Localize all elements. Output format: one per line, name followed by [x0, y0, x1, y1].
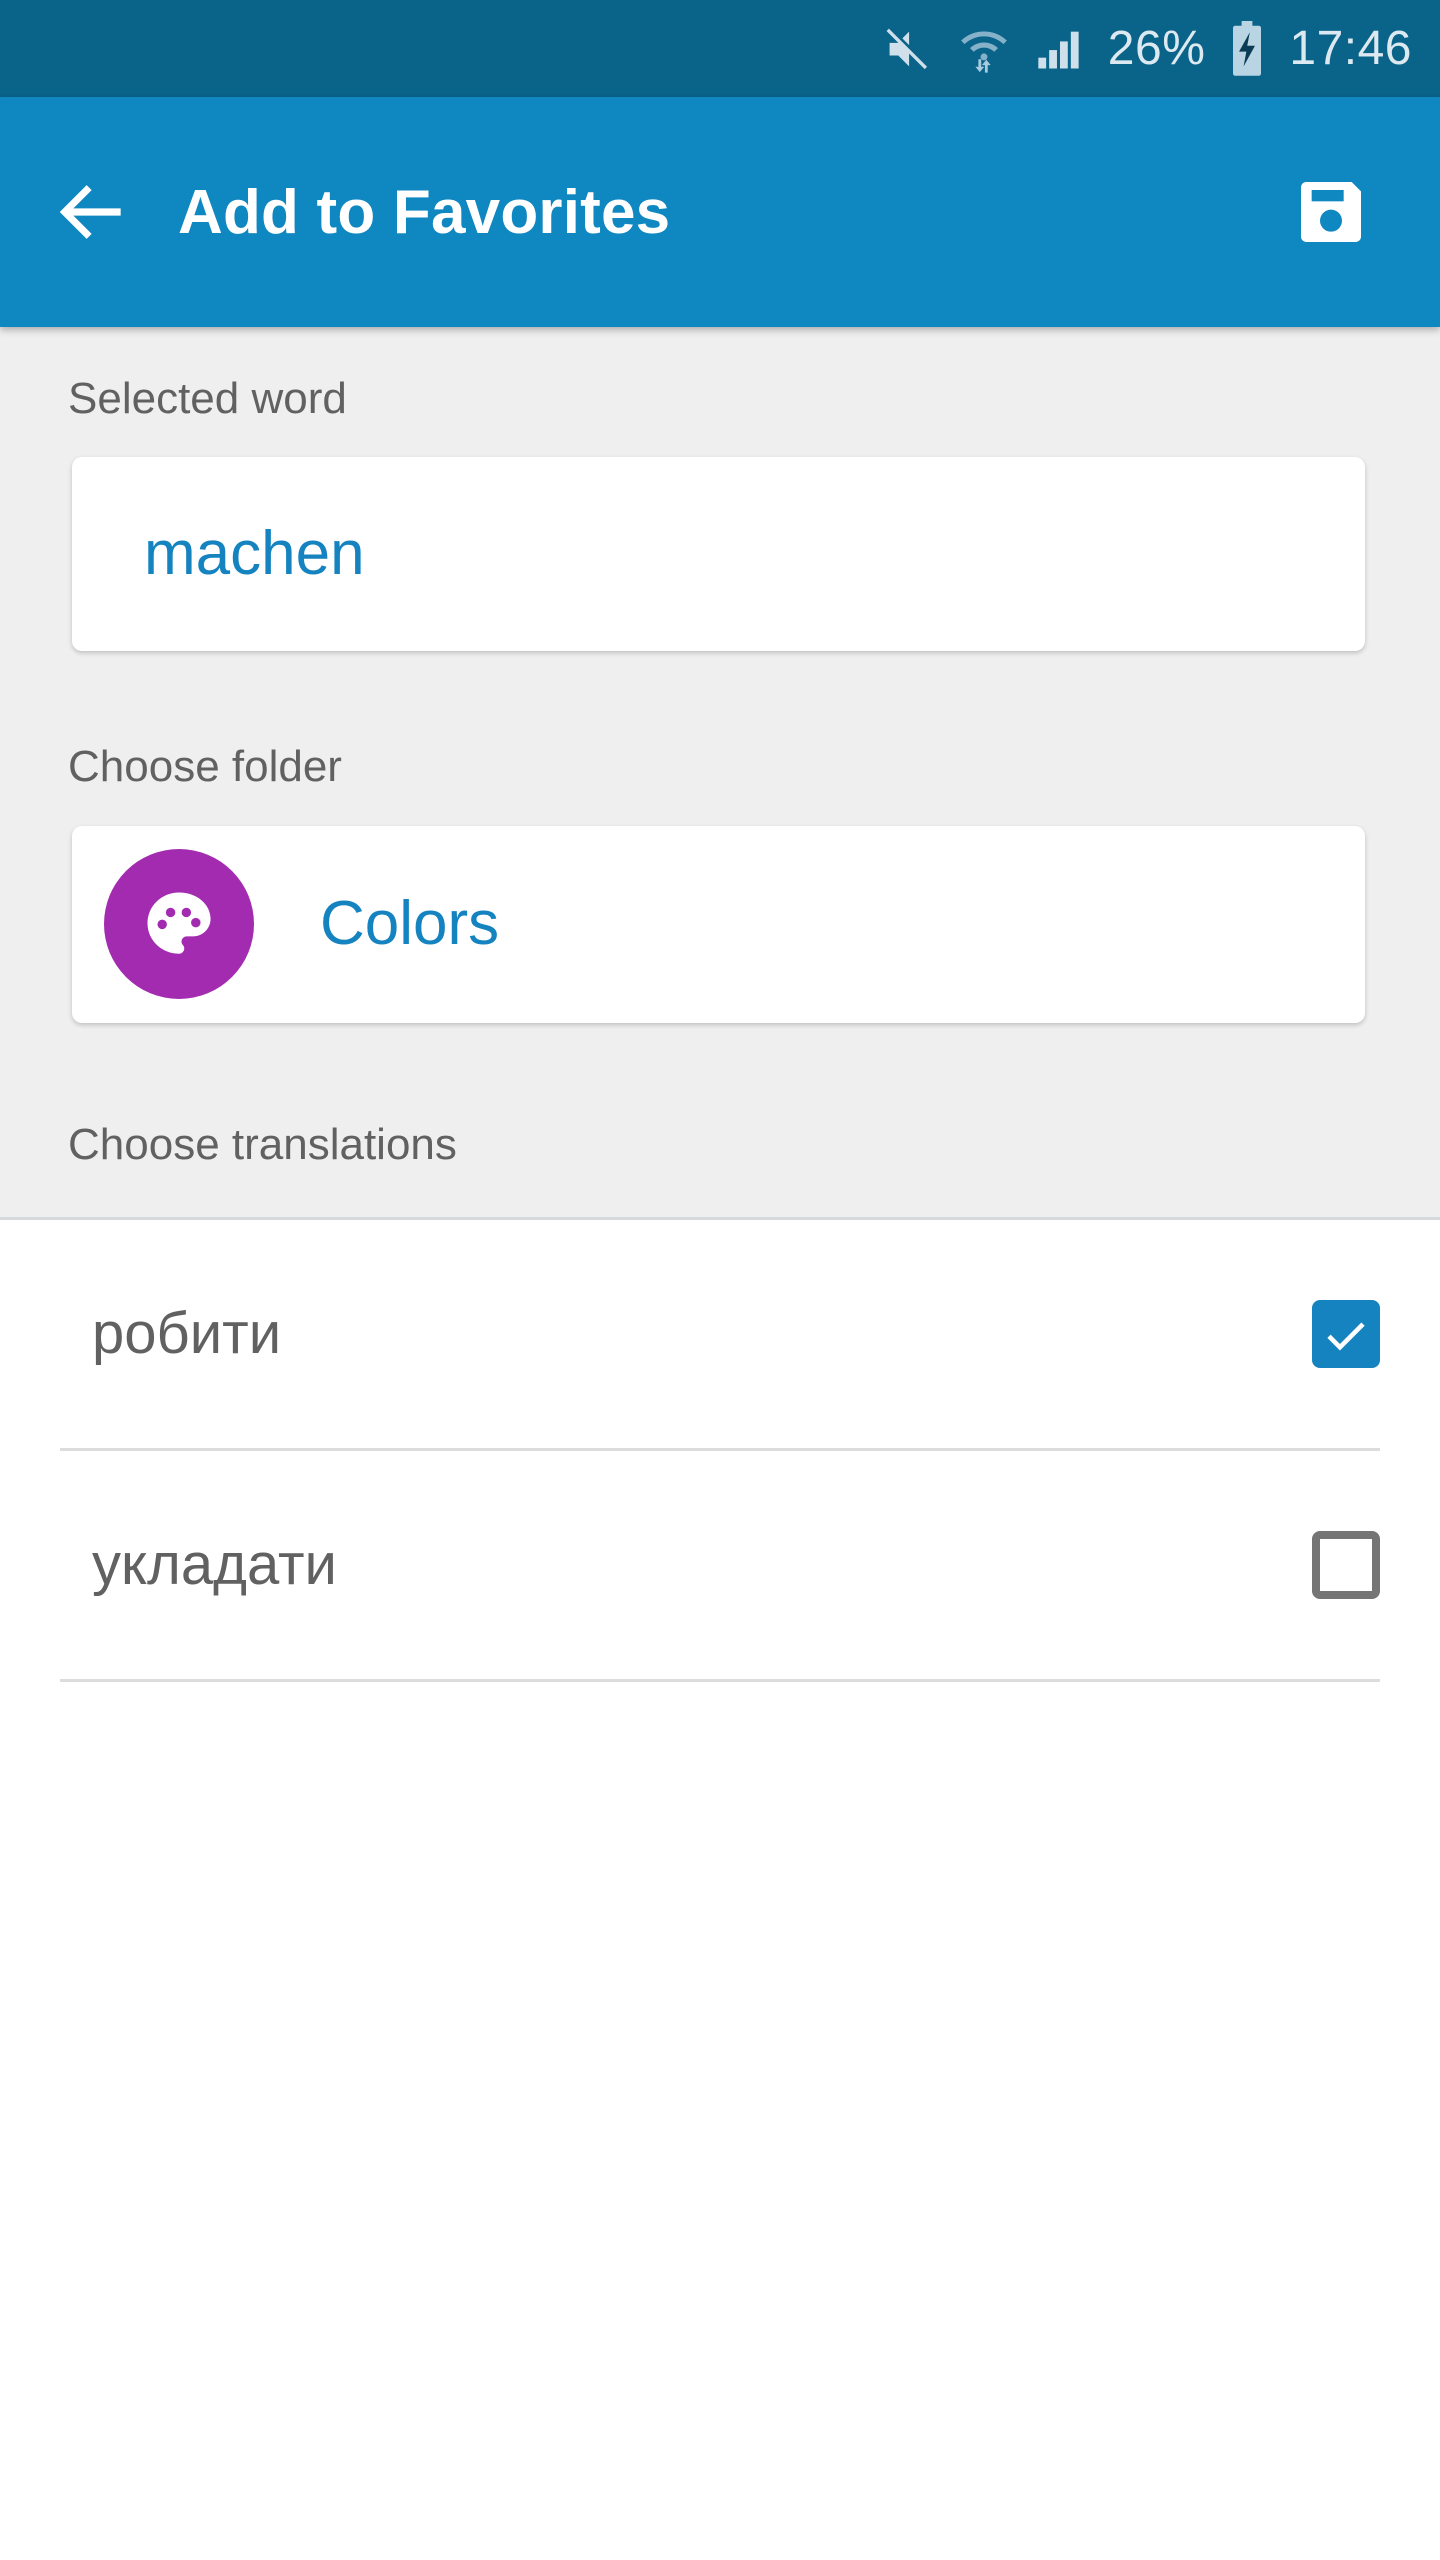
battery-percent-label: 26%: [1107, 21, 1206, 75]
save-floppy-icon: [1291, 172, 1371, 252]
choose-translations-label: Choose translations: [68, 1119, 457, 1169]
status-bar: 26% 17:46: [0, 0, 1440, 97]
page-title: Add to Favorites: [178, 177, 671, 247]
app-bar: Add to Favorites: [0, 97, 1440, 327]
selected-word-field[interactable]: machen: [72, 457, 1365, 652]
translation-checkbox-unchecked[interactable]: [1312, 1531, 1380, 1600]
choose-folder-field[interactable]: Colors: [72, 825, 1365, 1023]
translations-list: робити укладати: [0, 1220, 1440, 1683]
arrow-left-icon: [49, 169, 135, 255]
translation-list-item[interactable]: укладати: [0, 1451, 1440, 1679]
wifi-icon: [956, 21, 1012, 77]
battery-charging-icon: [1227, 20, 1267, 77]
translation-label: укладати: [92, 1532, 337, 1598]
selected-word-label: Selected word: [68, 374, 347, 423]
translation-label: робити: [92, 1301, 282, 1367]
choose-folder-value: Colors: [320, 889, 500, 959]
signal-icon: [1034, 23, 1086, 75]
translation-list-item[interactable]: робити: [0, 1220, 1440, 1448]
mute-icon: [882, 23, 934, 75]
translation-checkbox-checked[interactable]: [1312, 1300, 1380, 1369]
status-bar-icons: 26% 17:46: [882, 20, 1412, 77]
palette-icon: [104, 849, 254, 1000]
list-divider: [60, 1679, 1380, 1683]
back-button[interactable]: [44, 164, 140, 260]
choose-folder-label: Choose folder: [68, 742, 342, 792]
form-section: Selected word machen Choose folder Color…: [0, 327, 1440, 1221]
selected-word-value: machen: [144, 519, 365, 589]
clock-label: 17:46: [1289, 21, 1412, 75]
save-button[interactable]: [1276, 157, 1386, 267]
